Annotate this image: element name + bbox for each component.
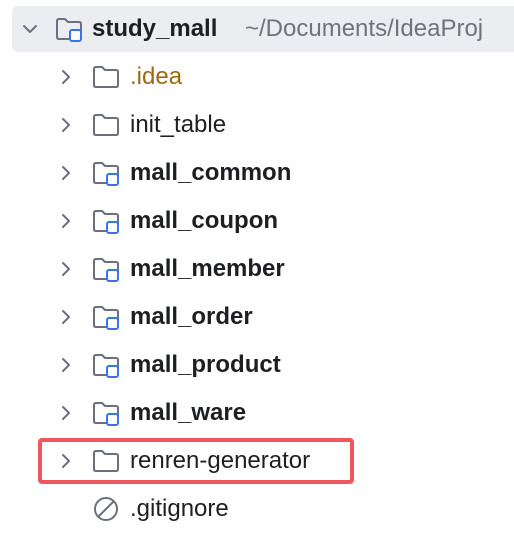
tree-item-mall-product[interactable]: mall_product <box>0 342 514 388</box>
module-folder-icon <box>91 254 121 284</box>
tree-item-label: .idea <box>130 63 183 90</box>
tree-item-label: mall_member <box>130 255 285 282</box>
tree-item-label: mall_coupon <box>130 207 279 234</box>
tree-item-idea[interactable]: .idea <box>0 54 514 100</box>
project-tree: study_mall ~/Documents/IdeaProj .idea in… <box>0 0 514 544</box>
folder-icon <box>91 62 121 92</box>
tree-item-gitignore[interactable]: .gitignore <box>0 486 514 532</box>
tree-item-label: init_table <box>130 111 227 138</box>
tree-item-mall-common[interactable]: mall_common <box>0 150 514 196</box>
tree-root-name: study_mall <box>92 15 218 42</box>
chevron-right-icon[interactable] <box>56 115 76 135</box>
chevron-right-icon[interactable] <box>56 403 76 423</box>
chevron-right-icon[interactable] <box>56 67 76 87</box>
highlight-box <box>38 438 354 484</box>
tree-item-label: mall_common <box>130 159 292 186</box>
tree-item-label: mall_ware <box>130 399 247 426</box>
tree-item-mall-ware[interactable]: mall_ware <box>0 390 514 436</box>
tree-root-path: ~/Documents/IdeaProj <box>245 15 484 42</box>
module-folder-icon <box>91 158 121 188</box>
module-folder-icon <box>91 398 121 428</box>
chevron-right-icon[interactable] <box>56 163 76 183</box>
module-folder-icon <box>91 302 121 332</box>
chevron-right-icon[interactable] <box>56 259 76 279</box>
tree-item-mall-coupon[interactable]: mall_coupon <box>0 198 514 244</box>
module-folder-icon <box>91 350 121 380</box>
tree-item-mall-member[interactable]: mall_member <box>0 246 514 292</box>
tree-item-label: mall_product <box>130 351 281 378</box>
tree-item-mall-order[interactable]: mall_order <box>0 294 514 340</box>
chevron-right-icon[interactable] <box>56 307 76 327</box>
tree-item-label: .gitignore <box>130 495 229 522</box>
module-folder-icon <box>91 206 121 236</box>
module-folder-icon <box>54 14 84 44</box>
tree-root-study-mall[interactable]: study_mall ~/Documents/IdeaProj <box>12 6 514 52</box>
ignored-file-icon <box>91 494 121 524</box>
chevron-right-icon[interactable] <box>56 211 76 231</box>
chevron-right-icon[interactable] <box>56 355 76 375</box>
tree-item-init-table[interactable]: init_table <box>0 102 514 148</box>
folder-icon <box>91 110 121 140</box>
chevron-down-icon[interactable] <box>20 19 40 39</box>
tree-item-label: mall_order <box>130 303 253 330</box>
